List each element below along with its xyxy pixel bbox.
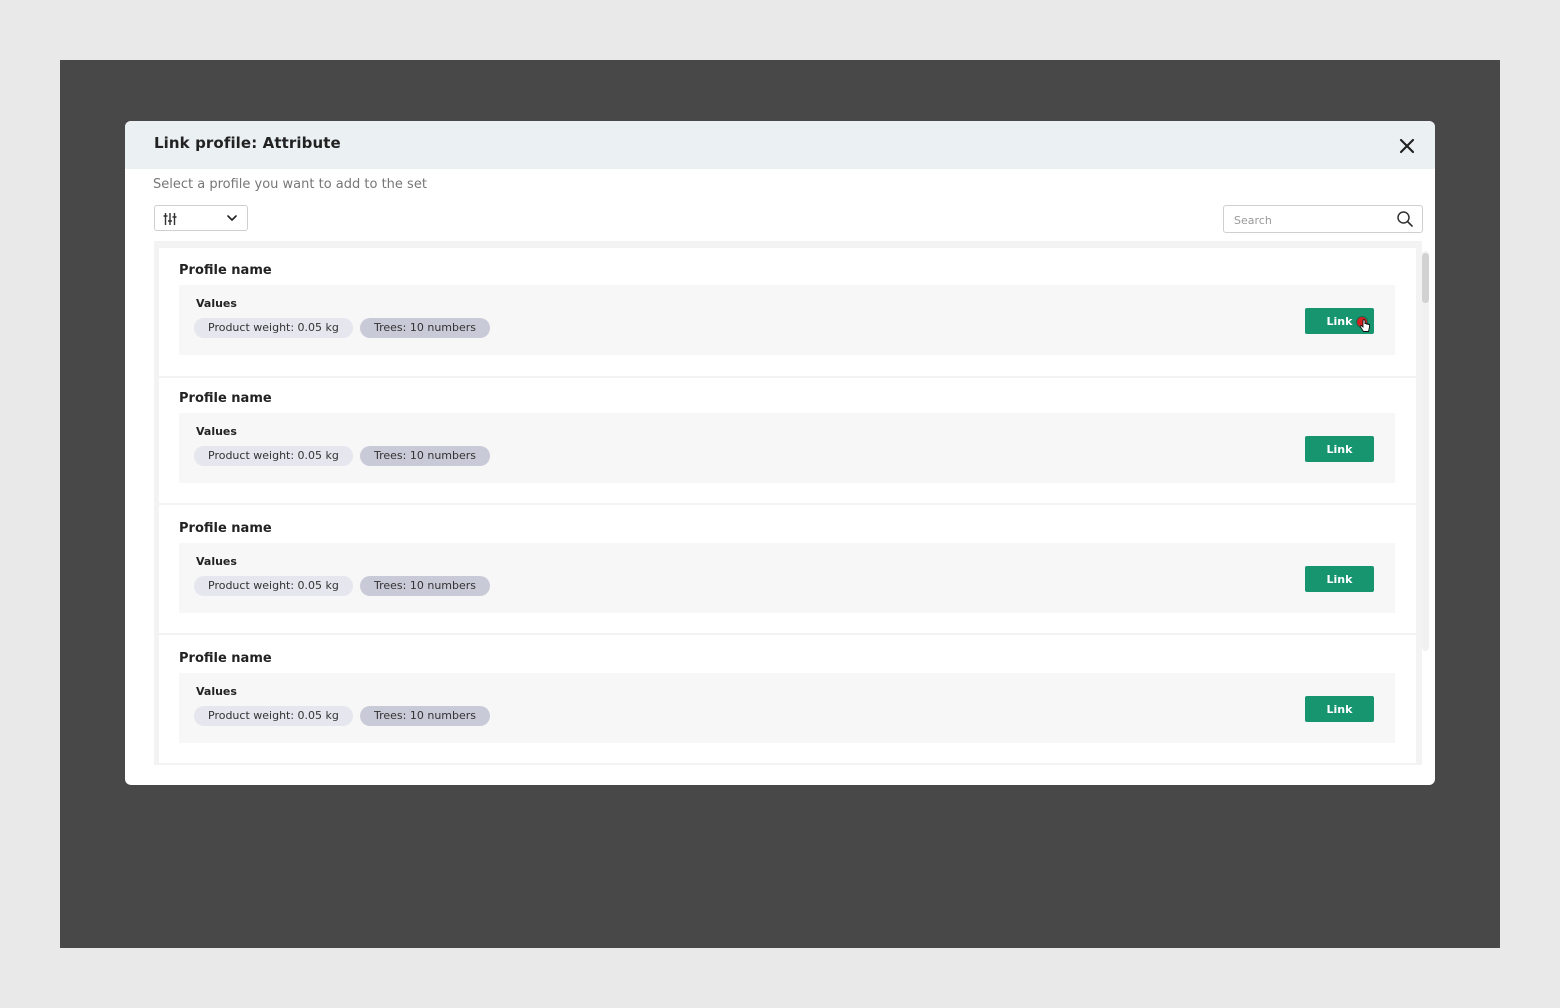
profile-name: Profile name — [179, 521, 272, 536]
values-label: Values — [196, 555, 237, 568]
link-button[interactable]: Link — [1305, 566, 1374, 592]
sliders-icon — [163, 213, 177, 225]
values-label: Values — [196, 297, 237, 310]
value-tag-weight: Product weight: 0.05 kg — [194, 318, 353, 338]
values-panel: Values Product weight: 0.05 kg Trees: 10… — [179, 673, 1395, 743]
value-tag-trees: Trees: 10 numbers — [360, 318, 491, 338]
profile-name: Profile name — [179, 263, 272, 278]
filter-dropdown[interactable] — [154, 205, 248, 231]
value-tag-weight: Product weight: 0.05 kg — [194, 706, 353, 726]
link-button[interactable]: Link — [1305, 696, 1374, 722]
value-tag-trees: Trees: 10 numbers — [360, 576, 491, 596]
hand-cursor-icon — [1359, 319, 1370, 332]
dialog-header: Link profile: Attribute — [125, 121, 1435, 169]
close-icon — [1399, 138, 1415, 154]
chevron-down-icon — [227, 215, 237, 221]
values-panel: Values Product weight: 0.05 kg Trees: 10… — [179, 285, 1395, 355]
value-tag-trees: Trees: 10 numbers — [360, 446, 491, 466]
dialog-subtitle: Select a profile you want to add to the … — [153, 177, 427, 192]
scrollbar-thumb[interactable] — [1422, 253, 1429, 303]
search-box — [1223, 205, 1423, 233]
values-label: Values — [196, 425, 237, 438]
profile-card: Profile name Values Product weight: 0.05… — [159, 378, 1416, 503]
values-panel: Values Product weight: 0.05 kg Trees: 10… — [179, 413, 1395, 483]
list-scrollbar[interactable] — [1422, 251, 1429, 651]
profile-card: Profile name Values Product weight: 0.05… — [159, 248, 1416, 376]
value-tag-weight: Product weight: 0.05 kg — [194, 576, 353, 596]
search-icon[interactable] — [1396, 210, 1414, 228]
profile-name: Profile name — [179, 391, 272, 406]
profile-card: Profile name Values Product weight: 0.05… — [159, 505, 1416, 633]
values-label: Values — [196, 685, 237, 698]
profile-card: Profile name Values Product weight: 0.05… — [159, 635, 1416, 763]
value-tag-trees: Trees: 10 numbers — [360, 706, 491, 726]
close-button[interactable] — [1395, 135, 1419, 157]
link-button[interactable]: Link — [1305, 436, 1374, 462]
profile-list: Profile name Values Product weight: 0.05… — [154, 241, 1422, 765]
profile-name: Profile name — [179, 651, 272, 666]
value-tag-weight: Product weight: 0.05 kg — [194, 446, 353, 466]
link-profile-dialog: Link profile: Attribute Select a profile… — [125, 121, 1435, 785]
dialog-title: Link profile: Attribute — [154, 134, 341, 152]
search-input[interactable] — [1232, 210, 1396, 230]
values-panel: Values Product weight: 0.05 kg Trees: 10… — [179, 543, 1395, 613]
